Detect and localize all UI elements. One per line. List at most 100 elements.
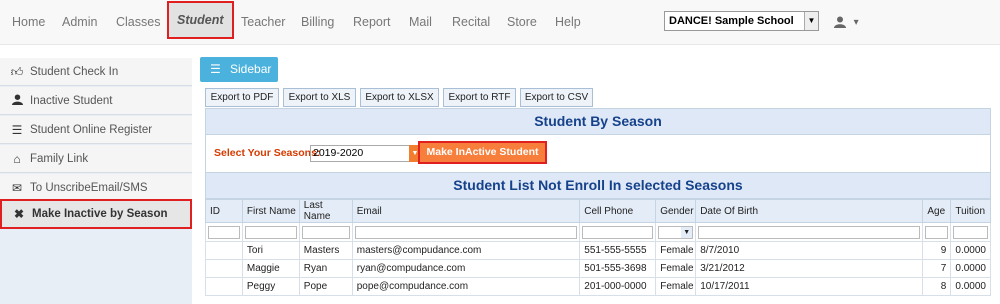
nav-teacher[interactable]: Teacher [241, 0, 285, 45]
column-header-cell-phone[interactable]: Cell Phone [579, 199, 657, 223]
season-label: Select Your Seasons: [214, 147, 321, 159]
filter-input-cell-phone[interactable] [582, 225, 654, 239]
user-icon [834, 16, 846, 28]
cell-last-name: Ryan [298, 259, 353, 278]
sidebar-item-label: Student Check In [30, 66, 119, 78]
sidebar-item-label: Student Online Register [30, 124, 153, 136]
x-icon: ✖ [13, 207, 25, 221]
cell-gender: Female [655, 241, 697, 260]
filter-cell [351, 222, 581, 242]
cell-age: 9 [922, 241, 952, 260]
filter-cell [205, 222, 243, 242]
filter-cell: ▼ [655, 222, 697, 242]
cell-email: masters@compudance.com [351, 241, 581, 260]
home-icon: ⌂ [13, 152, 21, 166]
filter-cell [298, 222, 353, 242]
sidebar-item-make-inactive-by-season[interactable]: ✖ Make Inactive by Season [0, 199, 192, 229]
season-select-value: 2019-2020 [313, 147, 364, 159]
sidebar-item-student-check-in[interactable]: 👍︎ Student Check In [0, 58, 192, 86]
filter-input-id[interactable] [208, 225, 240, 239]
cell-date-of-birth: 8/7/2010 [695, 241, 924, 260]
column-header-last-name[interactable]: Last Name [298, 199, 353, 223]
table-row[interactable]: Maggie Ryan ryan@compudance.com 501-555-… [205, 259, 991, 278]
sidebar-item-label: Make Inactive by Season [32, 208, 168, 220]
nav-classes[interactable]: Classes [116, 0, 160, 45]
sidebar-item-student-online-register[interactable]: ☰ Student Online Register [0, 116, 192, 144]
export-xls-button[interactable]: Export to XLS [283, 88, 356, 107]
user-caret-icon: ▾ [853, 17, 859, 28]
export-csv-button[interactable]: Export to CSV [520, 88, 593, 107]
nav-mail[interactable]: Mail [409, 0, 432, 45]
filter-input-age[interactable] [925, 225, 949, 239]
column-header-first-name[interactable]: First Name [241, 199, 300, 223]
cell-cell-phone: 551-555-5555 [579, 241, 657, 260]
nav-store[interactable]: Store [507, 0, 537, 45]
filter-cell [695, 222, 924, 242]
column-header-email[interactable]: Email [351, 199, 581, 223]
cell-age: 8 [922, 277, 952, 296]
filter-input-date-of-birth[interactable] [698, 225, 921, 239]
sidebar-toggle-button[interactable]: ☰ Sidebar [200, 57, 278, 82]
column-header-tuition[interactable]: Tuition [950, 199, 991, 223]
nav-recital[interactable]: Recital [452, 0, 490, 45]
nav-admin[interactable]: Admin [62, 0, 97, 45]
cell-id [205, 241, 243, 260]
export-xlsx-button[interactable]: Export to XLSX [360, 88, 439, 107]
table-row[interactable]: Tori Masters masters@compudance.com 551-… [205, 241, 991, 260]
filter-input-tuition[interactable] [953, 225, 988, 239]
sidebar-item-family-link[interactable]: ⌂ Family Link [0, 145, 192, 173]
student-by-season-header: Student By Season [205, 108, 991, 135]
column-header-id[interactable]: ID [205, 199, 243, 223]
user-menu[interactable]: ▾ [834, 0, 859, 45]
nav-student[interactable]: Student [167, 1, 234, 39]
chevron-down-icon: ▼ [681, 226, 693, 238]
nav-billing[interactable]: Billing [301, 0, 334, 45]
cell-id [205, 259, 243, 278]
filter-cell [241, 222, 300, 242]
filter-input-last-name[interactable] [301, 225, 350, 239]
top-navbar: Home Admin Classes Student Teacher Billi… [0, 0, 1000, 45]
thumbs-up-icon: 👍︎ [10, 65, 24, 79]
grid-filter-row: ▼ [205, 222, 991, 242]
cell-first-name: Tori [241, 241, 300, 260]
filter-input-first-name[interactable] [244, 225, 297, 239]
column-header-gender[interactable]: Gender [655, 199, 697, 223]
cell-tuition: 0.0000 [950, 259, 991, 278]
school-select[interactable]: DANCE! Sample School ▼ [664, 11, 819, 31]
nav-help[interactable]: Help [555, 0, 581, 45]
sidebar-item-unsubscribe[interactable]: ✉ To UnscribeEmail/SMS [0, 174, 192, 202]
season-selector-row: Select Your Seasons: 2019-2020 ▼ Make In… [205, 135, 991, 172]
grid-header-row: ID First Name Last Name Email Cell Phone… [205, 199, 991, 223]
cell-date-of-birth: 3/21/2012 [695, 259, 924, 278]
sidebar-toggle-label: Sidebar [230, 62, 272, 76]
align-left-icon: ☰ [210, 62, 221, 76]
cell-email: pope@compudance.com [351, 277, 581, 296]
nav-report[interactable]: Report [353, 0, 391, 45]
filter-cell [579, 222, 657, 242]
school-select-value: DANCE! Sample School [669, 15, 794, 27]
table-row[interactable]: Peggy Pope pope@compudance.com 201-000-0… [205, 277, 991, 296]
cell-gender: Female [655, 259, 697, 278]
cell-tuition: 0.0000 [950, 277, 991, 296]
user-icon [10, 87, 24, 115]
chevron-down-icon: ▼ [804, 12, 818, 30]
envelope-icon: ✉ [11, 181, 23, 195]
student-list-header: Student List Not Enroll In selected Seas… [205, 172, 991, 199]
sidebar-item-inactive-student[interactable]: Inactive Student [0, 87, 192, 115]
sidebar-item-label: To UnscribeEmail/SMS [30, 182, 148, 194]
export-rtf-button[interactable]: Export to RTF [443, 88, 516, 107]
column-header-date-of-birth[interactable]: Date Of Birth [695, 199, 924, 223]
make-inactive-student-button[interactable]: Make InActive Student [418, 141, 547, 164]
season-select[interactable]: 2019-2020 ▼ [310, 145, 421, 162]
nav-home[interactable]: Home [12, 0, 45, 45]
cell-date-of-birth: 10/17/2011 [695, 277, 924, 296]
cell-id [205, 277, 243, 296]
list-icon: ☰ [11, 123, 23, 137]
column-header-age[interactable]: Age [922, 199, 952, 223]
filter-select-gender[interactable]: ▼ [658, 225, 694, 239]
export-pdf-button[interactable]: Export to PDF [205, 88, 279, 107]
filter-cell [922, 222, 952, 242]
filter-input-email[interactable] [354, 225, 578, 239]
filter-cell [950, 222, 991, 242]
sidebar: 👍︎ Student Check In Inactive Student ☰ S… [0, 58, 192, 304]
